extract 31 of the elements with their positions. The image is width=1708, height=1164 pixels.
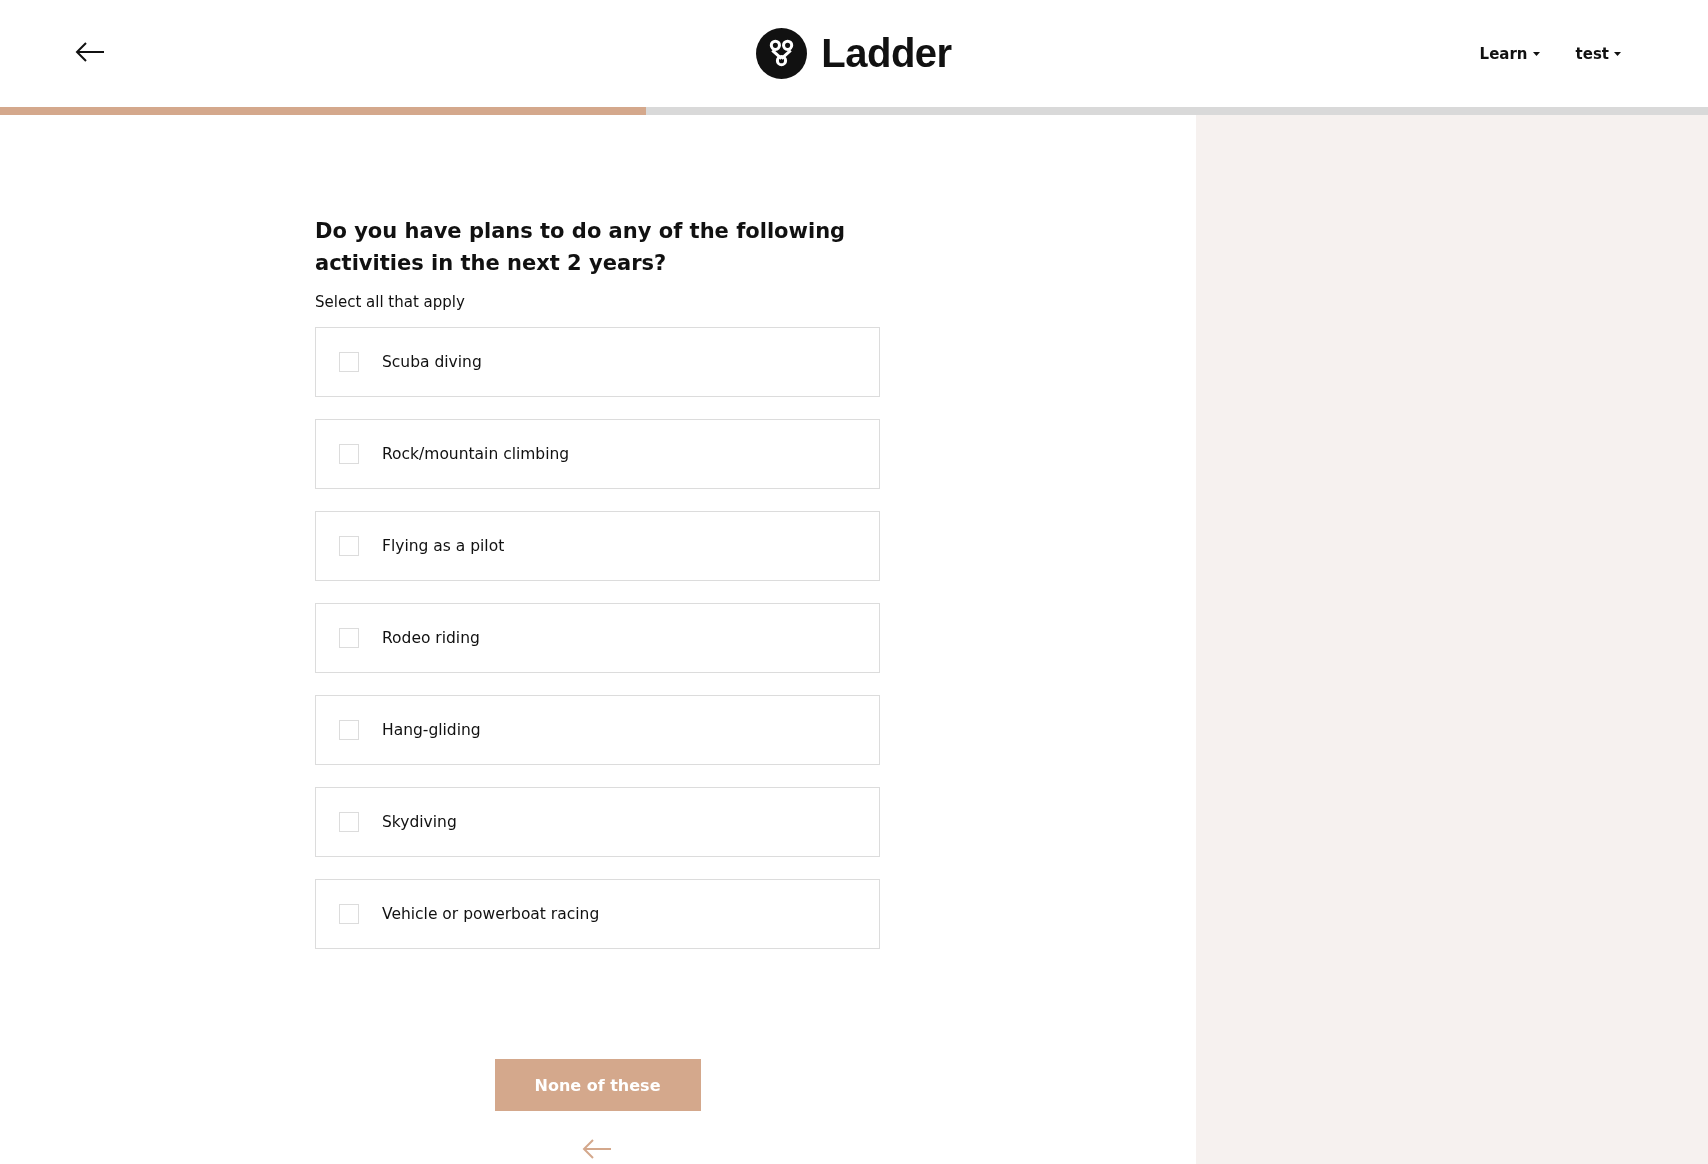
option-label: Vehicle or powerboat racing (382, 905, 600, 923)
checkbox[interactable] (339, 628, 359, 648)
checkbox[interactable] (339, 352, 359, 372)
back-arrow-icon (581, 1139, 612, 1159)
caret-icon (1532, 51, 1540, 56)
checkbox[interactable] (339, 444, 359, 464)
option-item[interactable]: Hang-gliding (315, 695, 880, 765)
checkbox[interactable] (339, 812, 359, 832)
option-label: Rodeo riding (382, 629, 480, 647)
option-item[interactable]: Rock/mountain climbing (315, 419, 880, 489)
option-label: Rock/mountain climbing (382, 445, 570, 463)
back-arrow-icon (75, 41, 105, 62)
nav-menu[interactable]: Learn (1479, 44, 1540, 63)
option-item[interactable]: Flying as a pilot (315, 511, 880, 581)
nav-menu[interactable]: test (1575, 44, 1621, 63)
question-hint: Select all that apply (315, 293, 465, 311)
option-label: Flying as a pilot (382, 537, 505, 555)
checkbox[interactable] (339, 904, 359, 924)
question-title: Do you have plans to do any of the following activities in the next 2 years? (315, 218, 847, 277)
caret-icon (1614, 51, 1621, 56)
option-item[interactable]: Rodeo riding (315, 603, 880, 673)
brand-name: Ladder (821, 31, 952, 76)
option-label: Skydiving (382, 813, 457, 831)
option-item[interactable]: Scuba diving (315, 327, 880, 397)
option-label: Hang-gliding (382, 721, 481, 739)
option-item[interactable]: Skydiving (315, 787, 880, 857)
checkbox[interactable] (339, 720, 359, 740)
option-item[interactable]: Vehicle or powerboat racing (315, 879, 880, 949)
checkbox[interactable] (339, 536, 359, 556)
option-label: Scuba diving (382, 353, 482, 371)
logo-icon (756, 28, 808, 79)
